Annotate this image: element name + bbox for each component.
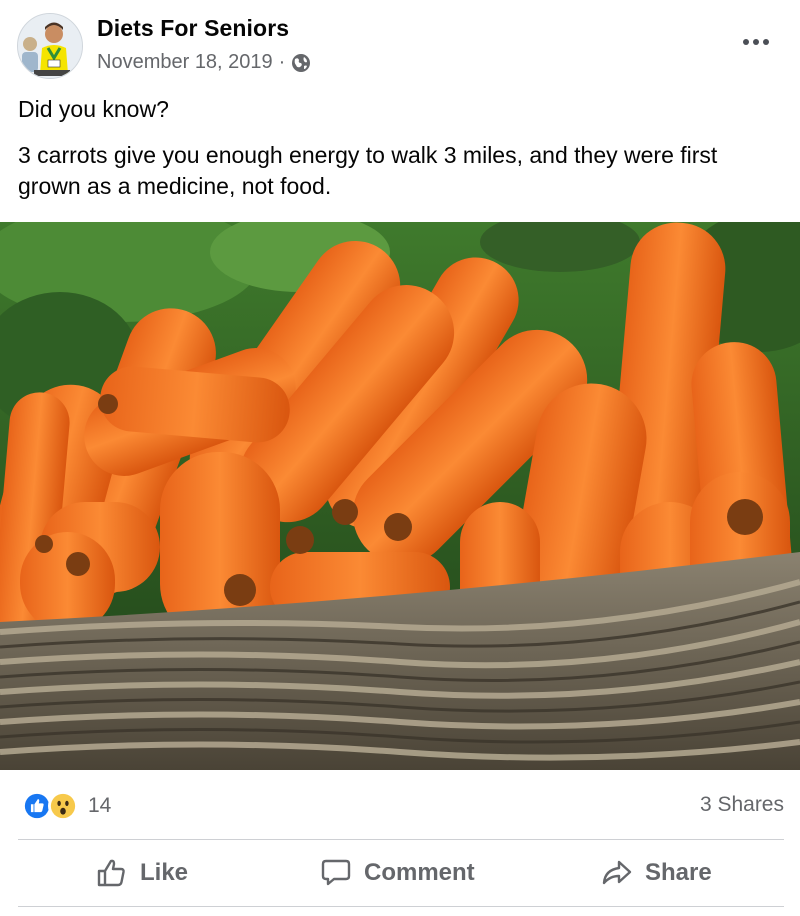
divider [18,906,784,907]
post-card: Diets For Seniors November 18, 2019 · Di… [0,0,800,916]
post-text-line2: 3 carrots give you enough energy to walk… [18,142,718,199]
carrots-photo [0,222,800,770]
more-dot [753,39,759,45]
share-arrow-icon [602,860,632,885]
reaction-count: 14 [88,794,112,817]
divider [18,839,784,840]
globe-icon[interactable] [291,53,311,73]
comment-icon [321,859,351,886]
post-text-line1: Did you know? [18,96,169,122]
more-options-icon[interactable] [738,30,774,54]
post-photo[interactable] [0,222,800,770]
share-button[interactable]: Share [601,846,712,900]
post-date[interactable]: November 18, 2019 [97,51,273,74]
more-dot [763,39,769,45]
wow-reaction-icon [48,791,78,821]
page-name[interactable]: Diets For Seniors [97,15,289,42]
like-label: Like [140,859,189,886]
shares-count[interactable]: 3 Shares [700,793,784,817]
comment-button[interactable]: Comment [320,846,475,900]
avatar-image [18,14,82,78]
meta-separator: · [278,51,286,73]
reactions-summary[interactable]: 14 [22,790,111,822]
more-dot [743,39,749,45]
share-label: Share [645,859,712,886]
post-meta: November 18, 2019 · [97,51,311,74]
thumbs-up-icon [97,859,125,887]
comment-label: Comment [364,859,475,886]
page-avatar[interactable] [17,13,83,79]
like-button[interactable]: Like [96,846,188,900]
